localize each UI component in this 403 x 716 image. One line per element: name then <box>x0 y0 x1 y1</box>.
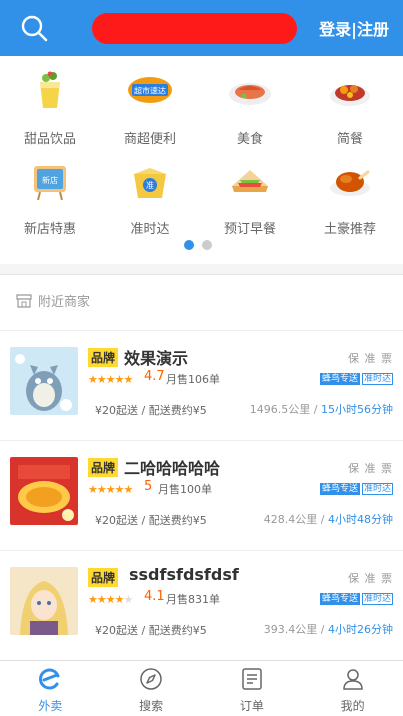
shop-name[interactable]: ssdfsfdsfdsf <box>129 565 239 584</box>
delivery-time: 15小时56分钟 <box>321 403 393 416</box>
delivery-time: 4小时26分钟 <box>328 623 393 636</box>
shop-thumbnail <box>10 457 78 525</box>
delivery-badges: 蜂鸟专送 准时达 <box>319 591 393 605</box>
meal-icon <box>330 85 370 106</box>
shop-tags: 保 准 票 <box>348 462 393 475</box>
ontime-badge: 准时达 <box>361 483 393 495</box>
monthly-sales: 月售106单 <box>166 373 220 386</box>
fengniao-badge: 蜂鸟专送 <box>319 483 360 495</box>
distance: 393.4公里 / <box>263 623 328 636</box>
tab-profile[interactable]: 我的 <box>302 661 403 716</box>
tab-takeout[interactable]: 外卖 <box>0 661 101 716</box>
supermarket-icon: 超市速达 <box>128 77 172 103</box>
nearby-title-label: 附近商家 <box>38 295 91 310</box>
redacted-location <box>92 13 297 44</box>
compass-icon <box>140 668 162 690</box>
rating-value: 4.1 <box>144 589 165 604</box>
category-tuhao-recommend[interactable]: 土豪推荐 <box>300 156 400 237</box>
distance-time: 393.4公里 / 4小时26分钟 <box>264 621 393 637</box>
ontime-icon: 准 <box>134 168 166 198</box>
carousel-dot[interactable] <box>202 240 212 250</box>
header-bar: 登录|注册 <box>0 0 403 56</box>
shop-item[interactable]: 品牌 效果演示 保 准 票 ★★★★★ 4.7 月售106单 蜂鸟专送 准时达 ¥… <box>0 330 403 440</box>
delivery-fee: ¥20起送 / 配送费约¥5 <box>95 404 207 417</box>
brand-badge: 品牌 <box>88 568 119 587</box>
category-grid: 甜品饮品 超市速达 商超便利 美食 简餐 新店 新店特惠 准 准时达 预订早餐 … <box>0 56 403 264</box>
shop-thumbnail <box>10 567 78 635</box>
category-label: 甜品饮品 <box>23 132 76 147</box>
category-breakfast[interactable]: 预订早餐 <box>200 156 300 237</box>
shop-tags: 保 准 票 <box>348 572 393 585</box>
ontime-badge-text: 准 <box>146 180 154 190</box>
tab-label: 我的 <box>340 699 365 713</box>
tab-label: 订单 <box>239 699 264 713</box>
delivery-fee: ¥20起送 / 配送费约¥5 <box>95 624 207 637</box>
carousel-dot-active[interactable] <box>184 240 194 250</box>
order-icon <box>242 668 262 690</box>
carousel-indicator <box>184 235 220 254</box>
rating-value: 5 <box>144 479 153 494</box>
fengniao-badge: 蜂鸟专送 <box>319 373 360 385</box>
profile-icon <box>342 669 363 690</box>
distance: 1496.5公里 / <box>249 403 321 416</box>
category-label: 土豪推荐 <box>323 222 376 237</box>
breakfast-icon <box>232 170 268 192</box>
category-label: 新店特惠 <box>23 222 76 237</box>
food-icon <box>229 83 271 105</box>
monthly-sales: 月售100单 <box>158 483 212 496</box>
shop-item[interactable]: 品牌 二哈哈哈哈哈 保 准 票 ★★★★★ 5 月售100单 蜂鸟专送 准时达 ¥… <box>0 440 403 550</box>
delivery-time: 4小时48分钟 <box>328 513 393 526</box>
rating-stars: ★★★★★ <box>88 373 133 386</box>
shop-item[interactable]: 品牌 ssdfsfdsfdsf 保 准 票 ★★★★★ 4.1 月售831单 蜂… <box>0 550 403 660</box>
brand-badge: 品牌 <box>88 458 119 477</box>
distance-time: 428.4公里 / 4小时48分钟 <box>264 511 393 527</box>
store-icon <box>16 293 32 308</box>
category-label: 商超便利 <box>123 132 176 147</box>
bottom-tab-bar: 外卖 搜索 订单 我的 <box>0 660 403 716</box>
nearby-title: 附近商家 <box>16 291 90 310</box>
ontime-badge: 准时达 <box>361 373 393 385</box>
delivery-badges: 蜂鸟专送 准时达 <box>319 371 393 385</box>
tab-search[interactable]: 搜索 <box>101 661 202 716</box>
brand-badge: 品牌 <box>88 348 119 367</box>
takeout-icon <box>39 668 60 690</box>
tab-label: 外卖 <box>38 699 63 713</box>
category-dessert-drinks[interactable]: 甜品饮品 <box>0 66 100 147</box>
new-store-badge-text: 新店 <box>42 175 58 185</box>
rating-stars: ★★★★★ <box>88 593 133 606</box>
fengniao-badge: 蜂鸟专送 <box>319 593 360 605</box>
rating-stars: ★★★★★ <box>88 483 133 496</box>
category-label: 美食 <box>236 132 263 147</box>
tab-label: 搜索 <box>139 699 164 713</box>
new-store-icon: 新店 <box>34 166 66 201</box>
category-supermarket[interactable]: 超市速达 商超便利 <box>100 66 200 147</box>
category-simple-meal[interactable]: 简餐 <box>300 66 400 147</box>
distance-time: 1496.5公里 / 15小时56分钟 <box>250 401 393 417</box>
chicken-icon <box>330 170 370 196</box>
search-icon[interactable] <box>20 14 48 42</box>
rating-value: 4.7 <box>144 369 165 384</box>
shop-name[interactable]: 效果演示 <box>124 345 188 369</box>
shop-name[interactable]: 二哈哈哈哈哈 <box>124 455 220 479</box>
category-ontime[interactable]: 准 准时达 <box>100 156 200 237</box>
delivery-badges: 蜂鸟专送 准时达 <box>319 481 393 495</box>
nearby-shops-section: 附近商家 品牌 效果演示 保 准 票 ★★★★★ 4.7 月售106单 蜂鸟专送… <box>0 274 403 670</box>
distance: 428.4公里 / <box>263 513 328 526</box>
category-food[interactable]: 美食 <box>200 66 300 147</box>
category-label: 简餐 <box>336 132 363 147</box>
login-register-link[interactable]: 登录|注册 <box>319 16 389 40</box>
tab-orders[interactable]: 订单 <box>202 661 303 716</box>
monthly-sales: 月售831单 <box>166 593 220 606</box>
shop-tags: 保 准 票 <box>348 352 393 365</box>
category-new-store[interactable]: 新店 新店特惠 <box>0 156 100 237</box>
drink-icon <box>40 71 60 108</box>
ontime-badge: 准时达 <box>361 593 393 605</box>
shop-thumbnail <box>10 347 78 415</box>
supermarket-badge-text: 超市速达 <box>134 86 166 96</box>
delivery-fee: ¥20起送 / 配送费约¥5 <box>95 514 207 527</box>
